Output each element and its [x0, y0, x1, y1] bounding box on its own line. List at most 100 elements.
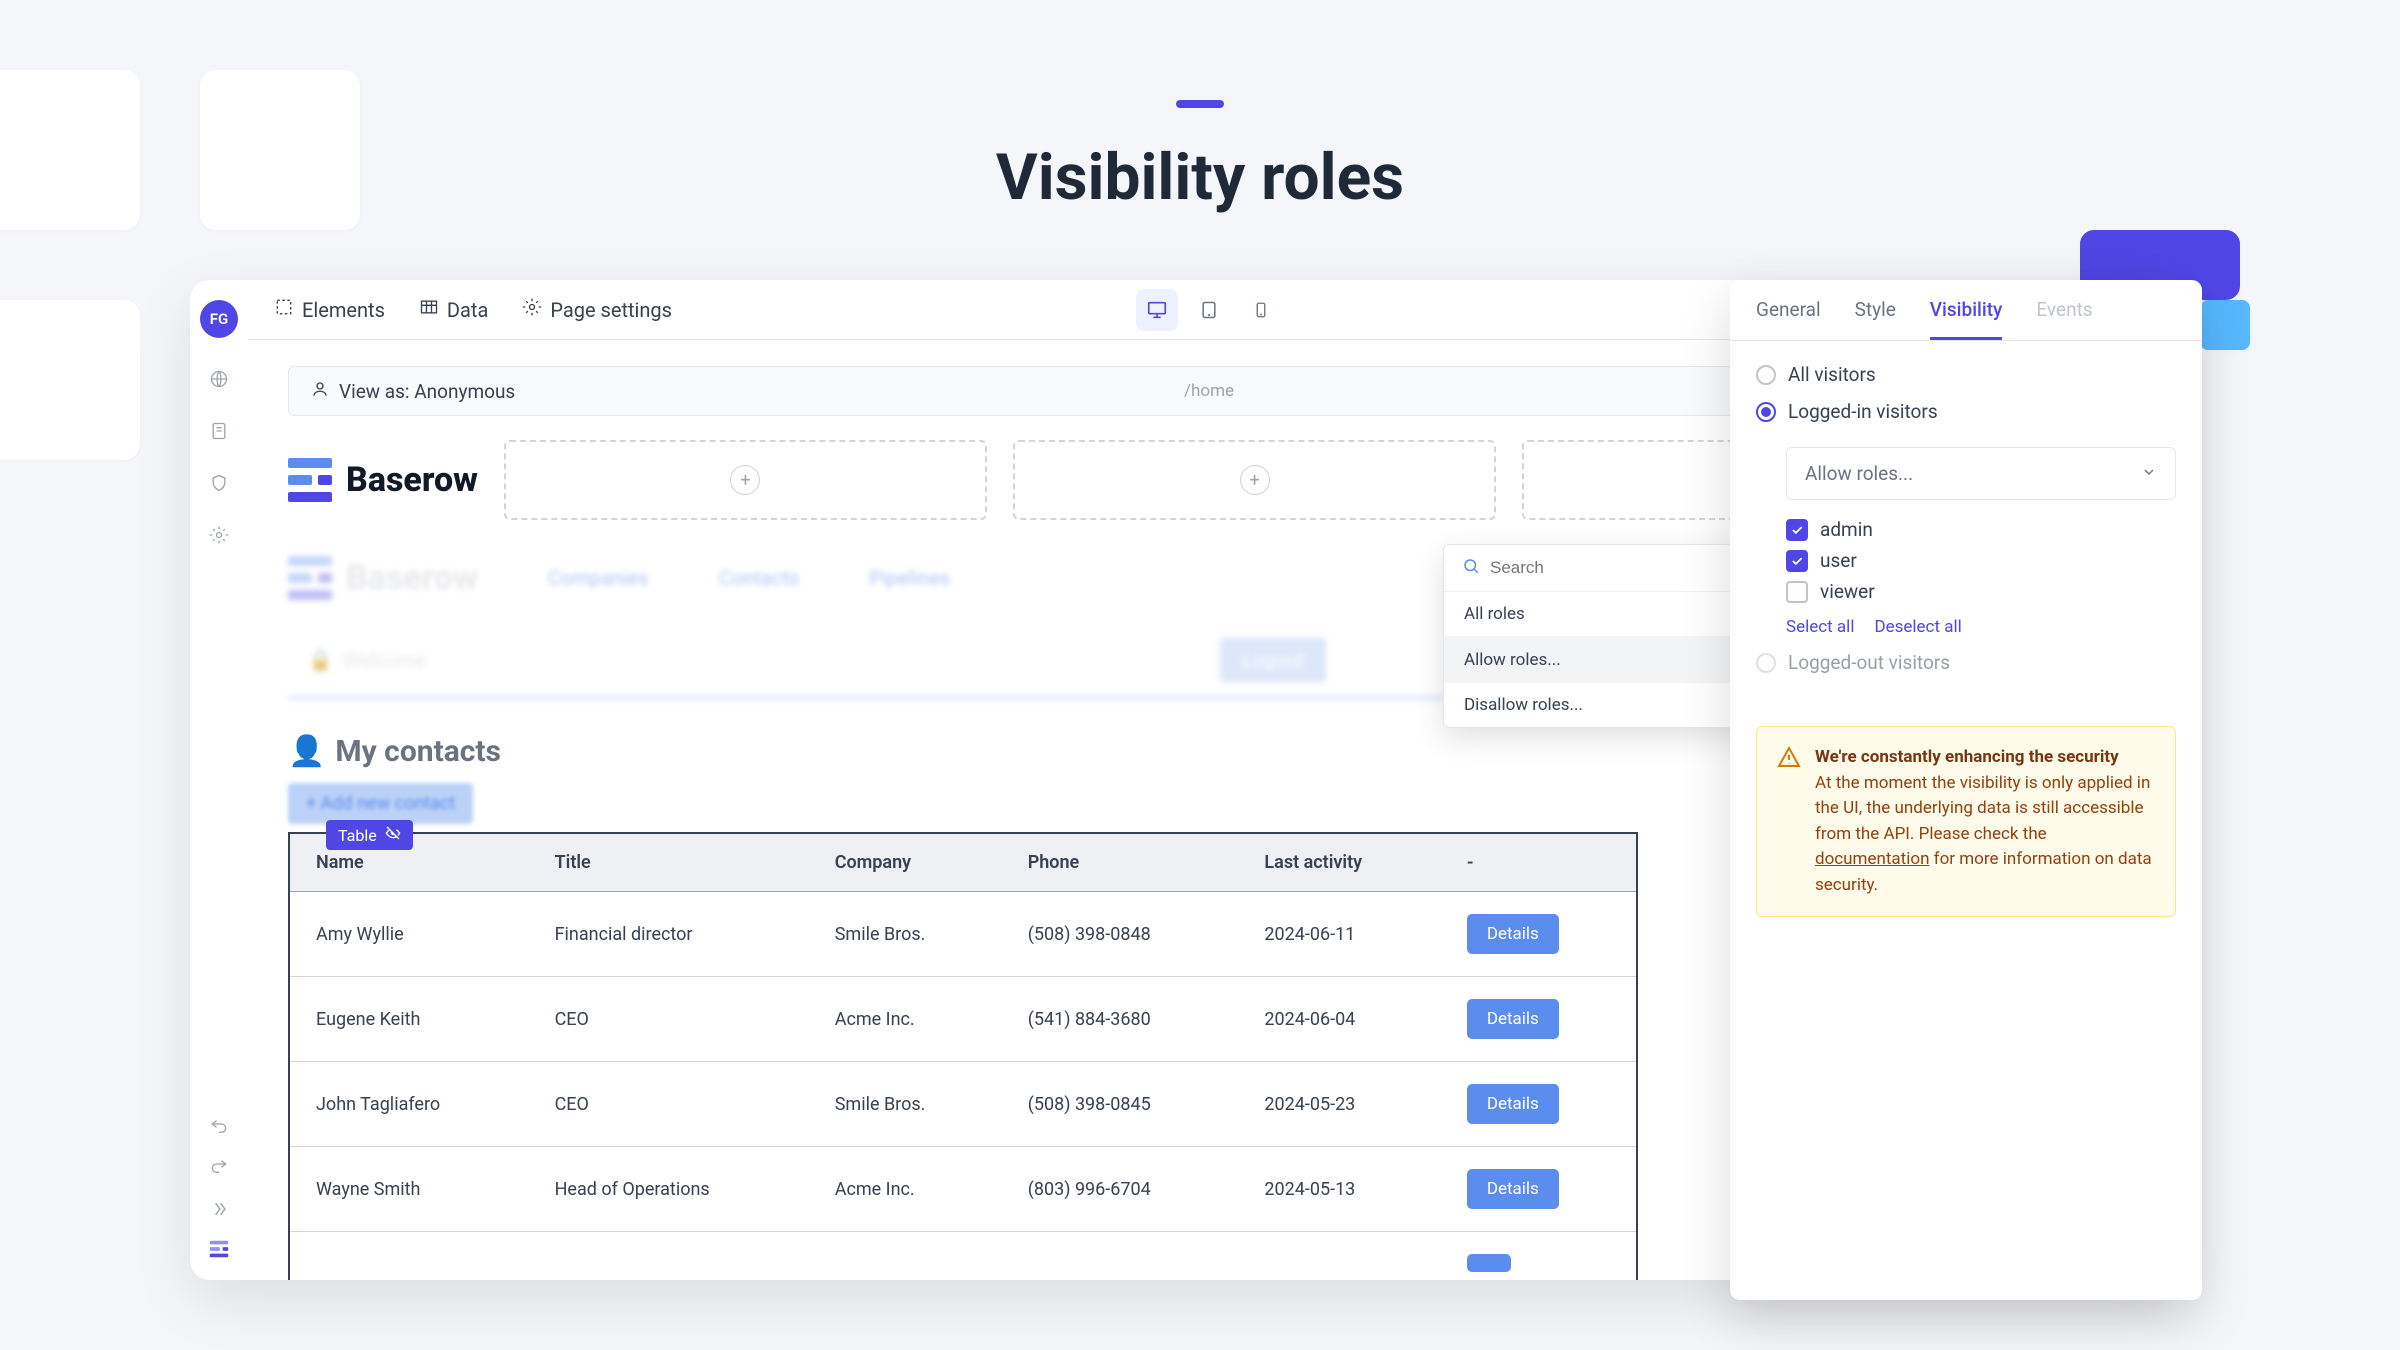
- empty-slot[interactable]: +: [504, 440, 987, 520]
- data-button[interactable]: Data: [419, 297, 488, 322]
- accent-bar: [1176, 100, 1224, 108]
- page-settings-label: Page settings: [550, 298, 672, 322]
- data-label: Data: [447, 298, 488, 322]
- path-label: /home: [1184, 381, 1234, 401]
- select-all-link[interactable]: Select all: [1786, 617, 1854, 637]
- elements-label: Elements: [302, 298, 385, 322]
- table-row: John TagliaferoCEOSmile Bros.(508) 398-0…: [289, 1062, 1637, 1147]
- tab-general[interactable]: General: [1756, 298, 1821, 340]
- cell: (541) 884-3680: [1002, 977, 1239, 1062]
- column-header: Last activity: [1238, 833, 1440, 892]
- view-as-label: View as: Anonymous: [339, 380, 515, 403]
- plus-icon: +: [730, 465, 760, 495]
- cell: Acme Inc.: [809, 977, 1002, 1062]
- bg-decor: [0, 300, 140, 460]
- cell: Acme Inc.: [809, 1147, 1002, 1232]
- gear-icon: [522, 297, 542, 322]
- column-header: Title: [529, 833, 809, 892]
- cell: John Tagliafero: [289, 1062, 529, 1147]
- table-row: Eugene KeithCEOAcme Inc.(541) 884-368020…: [289, 977, 1637, 1062]
- checkbox-icon: [1786, 519, 1808, 541]
- empty-slot[interactable]: +: [1013, 440, 1496, 520]
- tab-events[interactable]: Events: [2036, 298, 2092, 340]
- app-frame: FG Elements Data Page setti: [190, 280, 2170, 1280]
- cell: CEO: [529, 1062, 809, 1147]
- column-header: -: [1441, 833, 1637, 892]
- tab-visibility[interactable]: Visibility: [1930, 298, 2003, 340]
- page-title: Visibility roles: [996, 140, 1404, 215]
- gear-icon[interactable]: [208, 524, 230, 546]
- table-badge[interactable]: Table: [326, 820, 413, 850]
- search-icon: [1462, 557, 1480, 579]
- desktop-device-button[interactable]: [1136, 289, 1178, 331]
- shield-icon[interactable]: [208, 472, 230, 494]
- elements-button[interactable]: Elements: [274, 297, 385, 322]
- details-button[interactable]: Details: [1467, 999, 1559, 1039]
- cell: Head of Operations: [529, 1147, 809, 1232]
- plus-icon: +: [1240, 465, 1270, 495]
- details-button[interactable]: Details: [1467, 914, 1559, 954]
- bg-decor: [0, 70, 140, 230]
- radio-logged-in[interactable]: Logged-in visitors: [1756, 400, 2176, 423]
- mobile-device-button[interactable]: [1240, 289, 1282, 331]
- details-button[interactable]: [1467, 1254, 1511, 1272]
- role-checkbox-row[interactable]: user: [1786, 549, 2176, 572]
- role-checkbox-row[interactable]: viewer: [1786, 580, 2176, 603]
- tab-style[interactable]: Style: [1855, 298, 1896, 340]
- cell: Eugene Keith: [289, 977, 529, 1062]
- brand: Baserow: [288, 458, 478, 502]
- tablet-device-button[interactable]: [1188, 289, 1230, 331]
- person-icon: 👤: [288, 734, 325, 769]
- table-row: Amy WyllieFinancial directorSmile Bros.(…: [289, 892, 1637, 977]
- cell: (508) 398-0845: [1002, 1062, 1239, 1147]
- warning-icon: [1777, 745, 1801, 769]
- avatar[interactable]: FG: [200, 300, 238, 338]
- column-header: Phone: [1002, 833, 1239, 892]
- contacts-table: NameTitleCompanyPhoneLast activity- Amy …: [288, 832, 1638, 1280]
- cell: CEO: [529, 977, 809, 1062]
- roles-dropdown[interactable]: Allow roles...: [1786, 447, 2176, 500]
- page-settings-button[interactable]: Page settings: [522, 297, 672, 322]
- globe-icon[interactable]: [208, 368, 230, 390]
- bg-decor: [2200, 300, 2250, 350]
- table-row: [289, 1232, 1637, 1281]
- details-button[interactable]: Details: [1467, 1084, 1559, 1124]
- cell: 2024-05-23: [1238, 1062, 1440, 1147]
- expand-icon[interactable]: [208, 1198, 230, 1220]
- add-contact-button[interactable]: + Add new contact: [288, 783, 473, 824]
- cell: Smile Bros.: [809, 892, 1002, 977]
- chevron-down-icon: [2141, 462, 2157, 485]
- brand-name: Baserow: [346, 460, 478, 500]
- cell: Wayne Smith: [289, 1147, 529, 1232]
- cell: Financial director: [529, 892, 809, 977]
- column-header: Company: [809, 833, 1002, 892]
- eye-off-icon: [385, 825, 401, 845]
- table-row: Wayne SmithHead of OperationsAcme Inc.(8…: [289, 1147, 1637, 1232]
- undo-icon[interactable]: [208, 1118, 230, 1140]
- radio-icon: [1756, 402, 1776, 422]
- redo-icon[interactable]: [208, 1158, 230, 1180]
- page-icon[interactable]: [208, 420, 230, 442]
- bg-decor: [200, 70, 360, 230]
- elements-icon: [274, 297, 294, 322]
- deselect-all-link[interactable]: Deselect all: [1874, 617, 1961, 637]
- cell: (508) 398-0848: [1002, 892, 1239, 977]
- user-icon: [311, 380, 329, 403]
- brand-logo-icon: [288, 458, 332, 502]
- documentation-link[interactable]: documentation: [1815, 849, 1929, 869]
- cell: 2024-06-11: [1238, 892, 1440, 977]
- radio-all-visitors[interactable]: All visitors: [1756, 363, 2176, 386]
- table-icon: [419, 297, 439, 322]
- cell: 2024-05-13: [1238, 1147, 1440, 1232]
- checkbox-icon: [1786, 550, 1808, 572]
- cell: Smile Bros.: [809, 1062, 1002, 1147]
- checkbox-icon: [1786, 581, 1808, 603]
- cell: (803) 996-6704: [1002, 1147, 1239, 1232]
- security-warning: We're constantly enhancing the security …: [1756, 726, 2176, 917]
- inspector-panel: General Style Visibility Events All visitor…: [1730, 280, 2202, 1300]
- radio-logged-out[interactable]: Logged-out visitors: [1756, 651, 2176, 674]
- radio-icon: [1756, 365, 1776, 385]
- role-checkbox-row[interactable]: admin: [1786, 518, 2176, 541]
- logo-icon[interactable]: [208, 1238, 230, 1260]
- details-button[interactable]: Details: [1467, 1169, 1559, 1209]
